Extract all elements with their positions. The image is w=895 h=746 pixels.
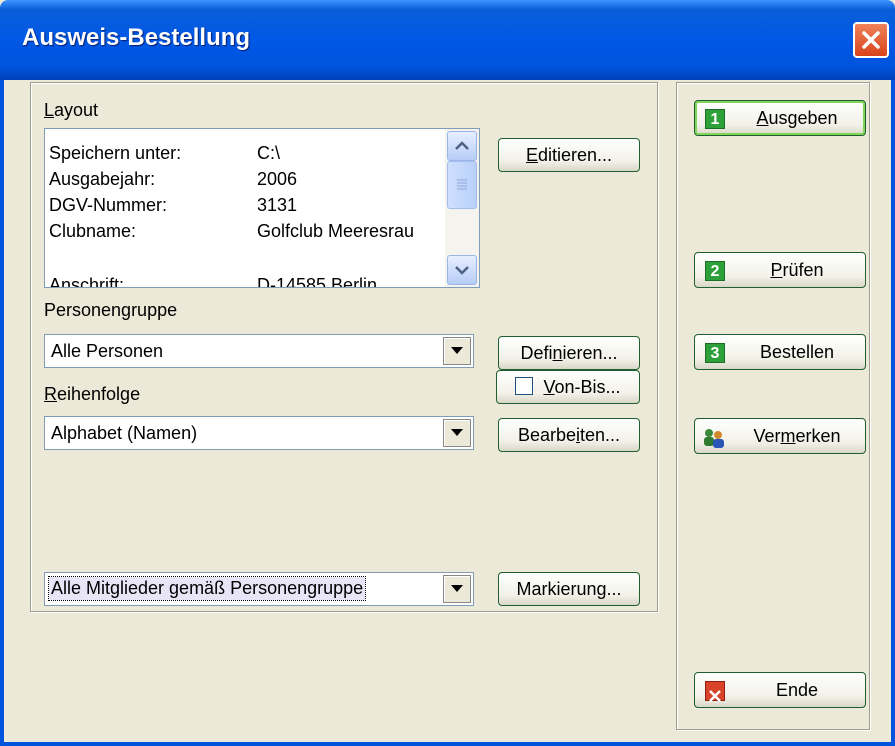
row-value: C:\ [257,143,281,163]
ende-label: Ende [775,680,819,700]
markierung-value: Alle Mitglieder gemäß Personengruppe [47,576,367,601]
vertical-scrollbar[interactable] [445,129,479,287]
row-value: Golfclub Meeresrau [257,221,415,241]
chevron-up-icon [455,141,469,150]
list-item: Speichern unter: C:\ [49,143,280,164]
chevron-down-icon [455,266,469,275]
von-bis-label: on-Bis... [554,377,621,397]
number-3-icon: 3 [705,343,725,363]
scroll-down-button[interactable] [447,255,477,285]
row-key: Ausgabejahr: [49,169,156,189]
row-key: Speichern unter: [49,143,182,163]
checkbox-box[interactable] [515,377,534,395]
ende-button[interactable]: Ende [694,672,866,708]
close-icon [862,31,880,49]
row-value: D-14585 Berlin [257,275,378,288]
triangle-down-icon [451,429,463,436]
personengruppe-value: Alle Personen [51,341,164,361]
list-item: Anschrift: D-14585 Berlin [49,275,378,288]
layout-listbox[interactable]: Speichern unter: C:\ Ausgabejahr: 2006 DGV… [44,128,480,288]
dropdown-arrow[interactable] [443,419,471,447]
personengruppe-label: Personengruppe [44,300,178,320]
von-bis-checkbox[interactable]: Von-Bis... [496,370,640,404]
reihenfolge-select[interactable]: Alphabet (Namen) [44,416,474,450]
triangle-down-icon [451,585,463,592]
close-button[interactable] [853,22,889,58]
row-value: 3131 [257,195,298,215]
grip-icon [457,179,467,190]
vermerken-label: Vermerken [753,426,841,446]
layout-label-text: ayout [54,100,99,120]
red-x-icon [705,681,725,702]
list-item: Clubname: Golfclub Meeresrau [49,221,414,242]
row-key: Clubname: [49,221,137,241]
ausgeben-label: Ausgeben [756,108,838,128]
row-key: DGV-Nummer: [49,195,168,215]
vermerken-button[interactable]: Vermerken [694,418,866,454]
number-1-icon: 1 [705,109,725,129]
bestellen-button[interactable]: 3 Bestellen [694,334,866,370]
right-panel [676,82,870,730]
number-2-icon: 2 [705,261,725,281]
scroll-thumb[interactable] [447,161,477,209]
editieren-button[interactable]: Editieren... [498,138,640,172]
bestellen-label: Bestellen [759,342,835,362]
list-item: DGV-Nummer: 3131 [49,195,297,216]
dropdown-arrow[interactable] [443,337,471,365]
title-bar[interactable]: Ausweis-Bestellung [0,0,895,80]
bearbeiten-button[interactable]: Bearbeiten... [498,418,640,452]
markierung-select[interactable]: Alle Mitglieder gemäß Personengruppe [44,572,474,606]
editieren-label: ditieren... [537,145,613,165]
layout-label: Layout [44,100,99,120]
personengruppe-select[interactable]: Alle Personen [44,334,474,368]
pruefen-label: Prüfen [770,260,824,280]
definieren-button[interactable]: Definieren... [498,336,640,370]
triangle-down-icon [451,347,463,354]
pruefen-button[interactable]: 2 Prüfen [694,252,866,288]
people-icon [701,425,727,460]
window-title: Ausweis-Bestellung [22,24,251,51]
reihenfolge-label: Reihenfolge [44,384,141,404]
markierung-button[interactable]: Markierung... [498,572,640,606]
ausgeben-button[interactable]: 1 Ausgeben [694,100,866,136]
row-key: Anschrift: [49,275,125,288]
scroll-up-button[interactable] [447,131,477,161]
row-value: 2006 [257,169,298,189]
reihenfolge-value: Alphabet (Namen) [51,423,198,443]
list-item: Ausgabejahr: 2006 [49,169,297,190]
dropdown-arrow[interactable] [443,575,471,603]
